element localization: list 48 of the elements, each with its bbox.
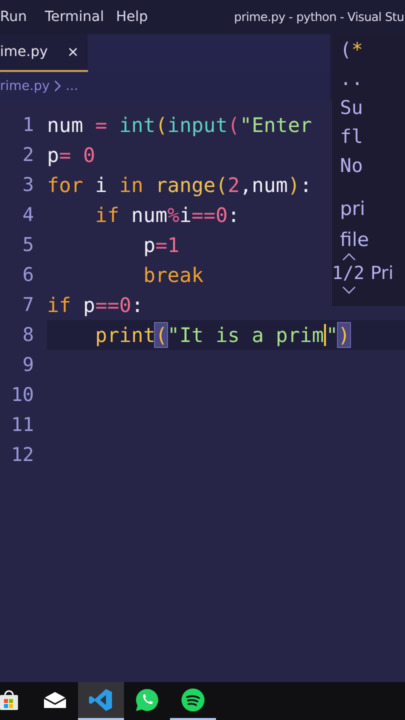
hover-text: file bbox=[340, 228, 370, 253]
chevron-icon bbox=[54, 80, 62, 92]
menu-item[interactable]: Run bbox=[0, 9, 39, 25]
menu-item[interactable]: Help bbox=[116, 9, 160, 25]
code-line: break bbox=[142, 262, 204, 289]
code-line: num = int(input("Enter bbox=[47, 112, 312, 139]
line-number: 3 bbox=[22, 174, 34, 196]
mail-icon bbox=[43, 691, 67, 709]
line-number: 9 bbox=[22, 354, 34, 376]
tab-label: ime.py bbox=[0, 44, 48, 60]
code-editor-icon bbox=[89, 688, 113, 712]
line-number: 12 bbox=[10, 444, 34, 466]
code-line: p=1 bbox=[142, 232, 180, 259]
code-line: p= 0 bbox=[47, 142, 96, 169]
line-number: 11 bbox=[10, 414, 34, 436]
overload-counter: 1/2 bbox=[332, 263, 365, 284]
menu-item[interactable]: Terminal bbox=[44, 9, 116, 25]
line-number: 2 bbox=[22, 144, 34, 166]
chevron-down-icon[interactable] bbox=[342, 286, 356, 294]
code-line: for i in range(2,num): bbox=[47, 172, 312, 199]
hover-text: .. bbox=[340, 67, 364, 92]
code-line: if p==0: bbox=[47, 292, 144, 319]
chevron-up-icon[interactable] bbox=[342, 253, 356, 261]
line-number: 4 bbox=[22, 204, 34, 226]
hover-text: pri bbox=[340, 197, 366, 222]
breadcrumb-item[interactable]: ... bbox=[66, 78, 78, 94]
line-number: 6 bbox=[22, 264, 34, 286]
line-number: 1 bbox=[22, 114, 34, 136]
close-button[interactable]: × bbox=[68, 42, 78, 62]
breadcrumb-item[interactable]: rime.py bbox=[0, 78, 50, 94]
hover-text: (* bbox=[340, 38, 364, 63]
music-app-icon bbox=[181, 688, 205, 712]
code-line: if num%i==0: bbox=[94, 202, 240, 229]
text-cursor bbox=[324, 324, 326, 346]
shopping-bag-icon bbox=[0, 689, 20, 711]
window-title: prime.py - python - Visual Stu bbox=[234, 10, 404, 24]
taskbar-button[interactable] bbox=[78, 682, 124, 720]
signature-text: Pri bbox=[370, 263, 394, 284]
code-line: print("It is a prim") bbox=[94, 322, 350, 349]
hover-text: fl bbox=[340, 125, 364, 150]
hover-text: No bbox=[340, 154, 364, 179]
line-number: 7 bbox=[22, 294, 34, 316]
line-number: 10 bbox=[10, 384, 34, 406]
chat-bubble-icon bbox=[135, 688, 159, 712]
hover-text: Su bbox=[340, 96, 364, 121]
line-number: 8 bbox=[22, 324, 34, 346]
line-number: 5 bbox=[22, 234, 34, 256]
editor-tab[interactable]: ime.py × bbox=[0, 34, 88, 72]
